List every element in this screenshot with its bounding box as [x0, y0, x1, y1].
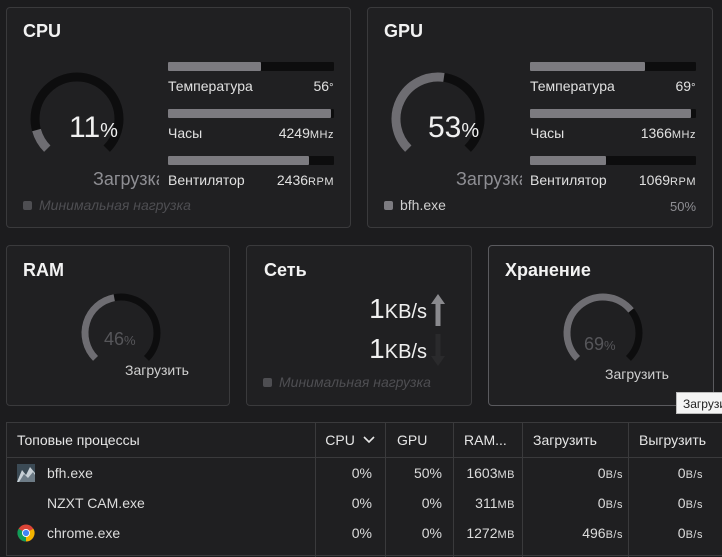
column-header-gpu[interactable]: GPU	[397, 423, 427, 457]
ram-card[interactable]: RAM 46% Загрузить	[6, 245, 230, 406]
tooltip: Загрузить	[676, 392, 722, 414]
gpu-top-process-percent: 50%	[670, 199, 697, 214]
cpu-load-value: 11%	[69, 111, 118, 144]
gpu-card[interactable]: GPU 53% Загрузка bfh.exe 50% Температура…	[367, 7, 713, 228]
network-card[interactable]: Сеть 1KB/s 1KB/s Минимальная нагрузка	[246, 245, 472, 406]
cpu-temperature-bar	[168, 62, 334, 71]
process-name: chrome.exe	[47, 525, 121, 541]
process-download: 0B/s	[677, 465, 703, 481]
table-header: Топовые процессы CPU GPU RAM... Загрузит…	[7, 423, 722, 458]
process-upload: 0B/s	[597, 495, 623, 511]
process-gpu: 50%	[413, 465, 442, 481]
gpu-load-value: 53%	[428, 111, 480, 144]
storage-load-value: 69%	[584, 334, 616, 354]
chevron-down-icon	[363, 436, 375, 444]
process-upload: 0B/s	[597, 465, 623, 481]
cpu-temperature-value: 56°	[313, 78, 334, 94]
cpu-load-label: Загрузка	[93, 169, 159, 189]
process-name: NZXT CAM.exe	[47, 495, 145, 511]
process-ram: 1272MB	[466, 525, 515, 541]
process-cpu: 0%	[351, 465, 372, 481]
network-upload-speed: 1KB/s	[369, 293, 427, 324]
gpu-top-process: bfh.exe	[384, 197, 446, 213]
cpu-temperature-label: Температура	[168, 78, 253, 94]
download-arrow-icon	[431, 334, 445, 366]
cpu-card[interactable]: CPU 11% Загрузка Минимальная нагрузка Те…	[6, 7, 351, 228]
chrome-icon	[17, 524, 35, 542]
gauge-fill	[32, 128, 51, 152]
process-name: bfh.exe	[47, 465, 93, 481]
gpu-clock-value: 1366MHz	[640, 125, 696, 141]
column-header-upload[interactable]: Загрузить	[533, 423, 597, 457]
table-row[interactable]: NZXT CAM.exe 0% 0% 311MB 0B/s 0B/s	[7, 488, 722, 518]
process-download: 0B/s	[677, 525, 703, 541]
process-gpu: 0%	[421, 495, 442, 511]
process-download: 0B/s	[677, 495, 703, 511]
column-header-ram[interactable]: RAM...	[464, 423, 518, 457]
column-header-cpu[interactable]: CPU	[316, 423, 384, 457]
process-cpu: 0%	[351, 495, 372, 511]
ram-title: RAM	[23, 260, 64, 280]
gpu-fan-value: 1069RPM	[638, 172, 696, 188]
cpu-fan-bar	[168, 156, 334, 165]
process-cpu: 0%	[351, 525, 372, 541]
network-title: Сеть	[264, 260, 307, 280]
bfh-app-icon	[17, 464, 35, 482]
upload-arrow-icon	[431, 294, 445, 326]
process-ram: 1603MB	[466, 465, 515, 481]
cpu-clock-label: Часы	[168, 125, 203, 141]
storage-load-label: Загрузить	[605, 366, 669, 382]
gpu-title: GPU	[384, 21, 424, 41]
gpu-load-label: Загрузка	[456, 169, 522, 189]
gpu-temperature-label: Температура	[530, 78, 615, 94]
ram-load-label: Загрузить	[125, 362, 189, 378]
storage-card[interactable]: Хранение 69% Загрузить	[488, 245, 714, 406]
gpu-temperature-bar	[530, 62, 696, 71]
cpu-clock-bar	[168, 109, 334, 118]
gpu-temperature-value: 69°	[675, 78, 696, 94]
network-download-speed: 1KB/s	[369, 333, 427, 364]
cpu-minimal-load-hint: Минимальная нагрузка	[23, 197, 191, 213]
table-row[interactable]: chrome.exe 0% 0% 1272MB 496B/s 0B/s	[7, 518, 722, 548]
cpu-clock-value: 4249MHz	[278, 125, 334, 141]
column-header-download[interactable]: Выгрузить	[639, 423, 709, 457]
network-minimal-load-hint: Минимальная нагрузка	[263, 374, 431, 390]
process-gpu: 0%	[421, 525, 442, 541]
table-row[interactable]: bfh.exe 0% 50% 1603MB 0B/s 0B/s	[7, 458, 722, 488]
gpu-fan-bar	[530, 156, 696, 165]
cpu-fan-value: 2436RPM	[276, 172, 334, 188]
column-header-name[interactable]: Топовые процессы	[17, 423, 307, 457]
process-upload: 496B/s	[582, 525, 623, 541]
storage-title: Хранение	[505, 260, 591, 280]
gpu-clock-bar	[530, 109, 696, 118]
cpu-title: CPU	[23, 21, 62, 41]
process-ram: 311MB	[475, 495, 515, 511]
gpu-clock-label: Часы	[530, 125, 565, 141]
top-processes-table: Топовые процессы CPU GPU RAM... Загрузит…	[6, 422, 722, 557]
ram-load-value: 46%	[104, 329, 136, 349]
